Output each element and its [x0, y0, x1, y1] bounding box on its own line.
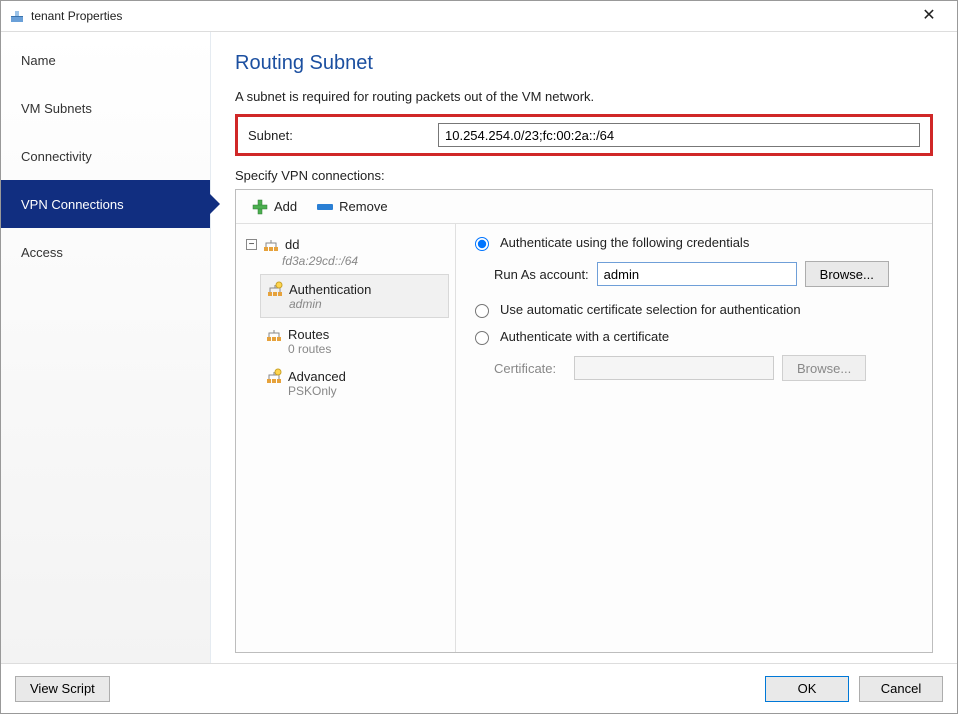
- minus-icon: [317, 204, 333, 210]
- sidebar-item-vm-subnets[interactable]: VM Subnets: [1, 84, 210, 132]
- remove-button[interactable]: Remove: [311, 197, 393, 216]
- tree-item-authentication[interactable]: Authentication admin: [260, 274, 449, 318]
- network-icon: [267, 281, 283, 297]
- tree-item-label: Routes: [288, 327, 329, 342]
- sidebar-item-access[interactable]: Access: [1, 228, 210, 276]
- sidebar-item-vpn-connections[interactable]: VPN Connections: [1, 180, 210, 228]
- tree-root-detail: fd3a:29cd::/64: [246, 254, 449, 268]
- subnet-row-highlight: Subnet:: [235, 114, 933, 156]
- radio-credentials[interactable]: [475, 237, 489, 251]
- vpn-tree: − dd fd3a:29cd::/64: [236, 224, 456, 652]
- radio-label: Use automatic certificate selection for …: [500, 302, 801, 317]
- page-description: A subnet is required for routing packets…: [235, 89, 933, 104]
- vpn-toolbar: Add Remove: [236, 190, 932, 224]
- window-title: tenant Properties: [31, 9, 909, 23]
- specify-label: Specify VPN connections:: [235, 168, 933, 183]
- page-heading: Routing Subnet: [235, 52, 933, 75]
- sidebar-item-label: Connectivity: [21, 149, 92, 164]
- runas-row: Run As account: Browse...: [494, 261, 918, 287]
- auth-option-credentials[interactable]: Authenticate using the following credent…: [470, 234, 918, 251]
- sidebar-item-name[interactable]: Name: [1, 36, 210, 84]
- tree-item-detail: PSKOnly: [266, 384, 449, 398]
- main-panel: Routing Subnet A subnet is required for …: [211, 32, 957, 663]
- tree-item-routes[interactable]: Routes 0 routes: [236, 320, 455, 362]
- advanced-icon: [266, 368, 282, 384]
- sidebar-item-label: Access: [21, 245, 63, 260]
- remove-label: Remove: [339, 199, 387, 214]
- vpn-connections-box: Add Remove −: [235, 189, 933, 653]
- tree-item-detail: admin: [267, 297, 442, 311]
- tree-item-label: Authentication: [289, 282, 371, 297]
- ok-button[interactable]: OK: [765, 676, 849, 702]
- radio-label: Authenticate with a certificate: [500, 329, 669, 344]
- runas-label: Run As account:: [494, 267, 589, 282]
- cancel-button[interactable]: Cancel: [859, 676, 943, 702]
- cert-label: Certificate:: [494, 361, 566, 376]
- tree-item-advanced[interactable]: Advanced PSKOnly: [236, 362, 455, 404]
- routes-icon: [266, 326, 282, 342]
- close-button[interactable]: ✕: [909, 1, 949, 31]
- properties-dialog: tenant Properties ✕ Name VM Subnets Conn…: [0, 0, 958, 714]
- subnet-label: Subnet:: [248, 128, 428, 143]
- tree-root[interactable]: − dd fd3a:29cd::/64: [236, 230, 455, 272]
- plus-icon: [252, 199, 268, 215]
- auth-details: Authenticate using the following credent…: [456, 224, 932, 652]
- cert-row: Certificate: Browse...: [494, 355, 918, 381]
- sidebar-item-label: VM Subnets: [21, 101, 92, 116]
- dialog-body: Name VM Subnets Connectivity VPN Connect…: [1, 31, 957, 663]
- sidebar-item-connectivity[interactable]: Connectivity: [1, 132, 210, 180]
- network-icon: [263, 236, 279, 252]
- tree-root-name: dd: [285, 237, 299, 252]
- cert-input: [574, 356, 774, 380]
- vpn-split: − dd fd3a:29cd::/64: [236, 224, 932, 652]
- add-label: Add: [274, 199, 297, 214]
- sidebar-item-label: Name: [21, 53, 56, 68]
- radio-auto-cert[interactable]: [475, 304, 489, 318]
- auth-option-auto-cert[interactable]: Use automatic certificate selection for …: [470, 301, 918, 318]
- browse-cert-button: Browse...: [782, 355, 866, 381]
- radio-label: Authenticate using the following credent…: [500, 235, 749, 250]
- radio-cert[interactable]: [475, 331, 489, 345]
- browse-runas-button[interactable]: Browse...: [805, 261, 889, 287]
- sidebar: Name VM Subnets Connectivity VPN Connect…: [1, 32, 211, 663]
- view-script-button[interactable]: View Script: [15, 676, 110, 702]
- subnet-input[interactable]: [438, 123, 920, 147]
- add-button[interactable]: Add: [246, 197, 303, 217]
- titlebar: tenant Properties ✕: [1, 1, 957, 31]
- sidebar-item-label: VPN Connections: [21, 197, 124, 212]
- tree-item-label: Advanced: [288, 369, 346, 384]
- auth-option-cert[interactable]: Authenticate with a certificate: [470, 328, 918, 345]
- app-icon: [9, 8, 25, 24]
- tree-item-detail: 0 routes: [266, 342, 449, 356]
- runas-input[interactable]: [597, 262, 797, 286]
- dialog-footer: View Script OK Cancel: [1, 663, 957, 713]
- collapse-icon[interactable]: −: [246, 239, 257, 250]
